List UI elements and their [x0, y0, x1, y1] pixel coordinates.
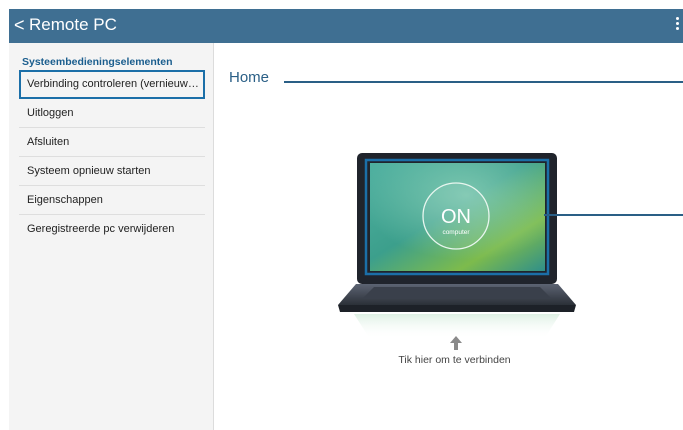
sidebar-item-logout[interactable]: Uitloggen [19, 99, 205, 128]
app-bar: < Remote PC [9, 9, 683, 43]
screen-callout-line [544, 214, 683, 216]
sidebar-item-check-connection[interactable]: Verbinding controleren (vernieuwe... [19, 70, 205, 99]
sidebar-item-restart[interactable]: Systeem opnieuw starten [19, 157, 205, 186]
sidebar: Systeembedieningselementen Verbinding co… [9, 43, 214, 430]
sidebar-section-title: Systeembedieningselementen [22, 56, 173, 68]
sidebar-menu: Verbinding controleren (vernieuwe... Uit… [19, 70, 205, 244]
main-content: Home ON computer Tik hier om te verbinde… [214, 43, 683, 430]
sidebar-item-properties[interactable]: Eigenschappen [19, 186, 205, 215]
laptop-connect-button[interactable]: ON computer [214, 43, 683, 430]
back-chevron-icon[interactable]: < [14, 14, 25, 36]
overflow-menu-icon[interactable] [674, 17, 680, 35]
sidebar-item-shutdown[interactable]: Afsluiten [19, 128, 205, 157]
up-arrow-icon [450, 336, 462, 350]
app-title[interactable]: Remote PC [29, 14, 117, 36]
on-label: ON [441, 206, 471, 228]
app-window: < Remote PC Systeembedieningselementen V… [9, 9, 683, 430]
computer-label: computer [442, 229, 470, 236]
connect-hint[interactable]: Tik hier om te verbinden [214, 354, 683, 366]
sidebar-item-remove-pc[interactable]: Geregistreerde pc verwijderen [19, 215, 205, 244]
